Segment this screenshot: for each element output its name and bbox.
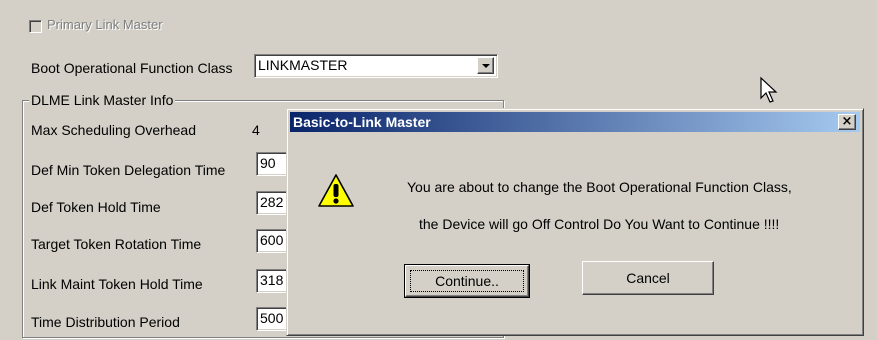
link-maint-token-hold-label: Link Maint Token Hold Time [31,276,203,292]
chevron-down-icon[interactable] [477,57,494,74]
boot-class-value: LINKMASTER [258,57,348,73]
def-token-hold-time-label: Def Token Hold Time [31,199,161,215]
cancel-button-label: Cancel [626,270,670,286]
boot-class-select[interactable]: LINKMASTER [254,54,498,78]
continue-button[interactable]: Continue.. [404,264,530,298]
warning-icon [318,174,354,207]
dialog-message-line1: You are about to change the Boot Operati… [407,179,792,195]
dialog-title: Basic-to-Link Master [293,114,431,130]
boot-class-label: Boot Operational Function Class [31,60,233,76]
primary-link-master-checkbox[interactable] [29,20,42,33]
dialog-message-line2: the Device will go Off Control Do You Wa… [419,216,780,232]
confirm-dialog: Basic-to-Link Master × You are about to … [286,108,864,336]
mouse-cursor-icon [760,76,778,103]
max-scheduling-overhead-value: 4 [252,122,260,138]
def-min-token-delegation-label: Def Min Token Delegation Time [31,162,226,178]
max-scheduling-overhead-label: Max Scheduling Overhead [31,122,196,138]
continue-button-label: Continue.. [435,273,499,289]
close-icon[interactable]: × [838,114,856,130]
dlme-group-label: DLME Link Master Info [29,92,176,108]
dialog-titlebar[interactable]: Basic-to-Link Master [290,112,860,132]
cancel-button[interactable]: Cancel [582,261,714,295]
primary-link-master-label: Primary Link Master [47,17,163,32]
time-distribution-period-label: Time Distribution Period [31,314,180,330]
target-token-rotation-label: Target Token Rotation Time [31,236,202,252]
